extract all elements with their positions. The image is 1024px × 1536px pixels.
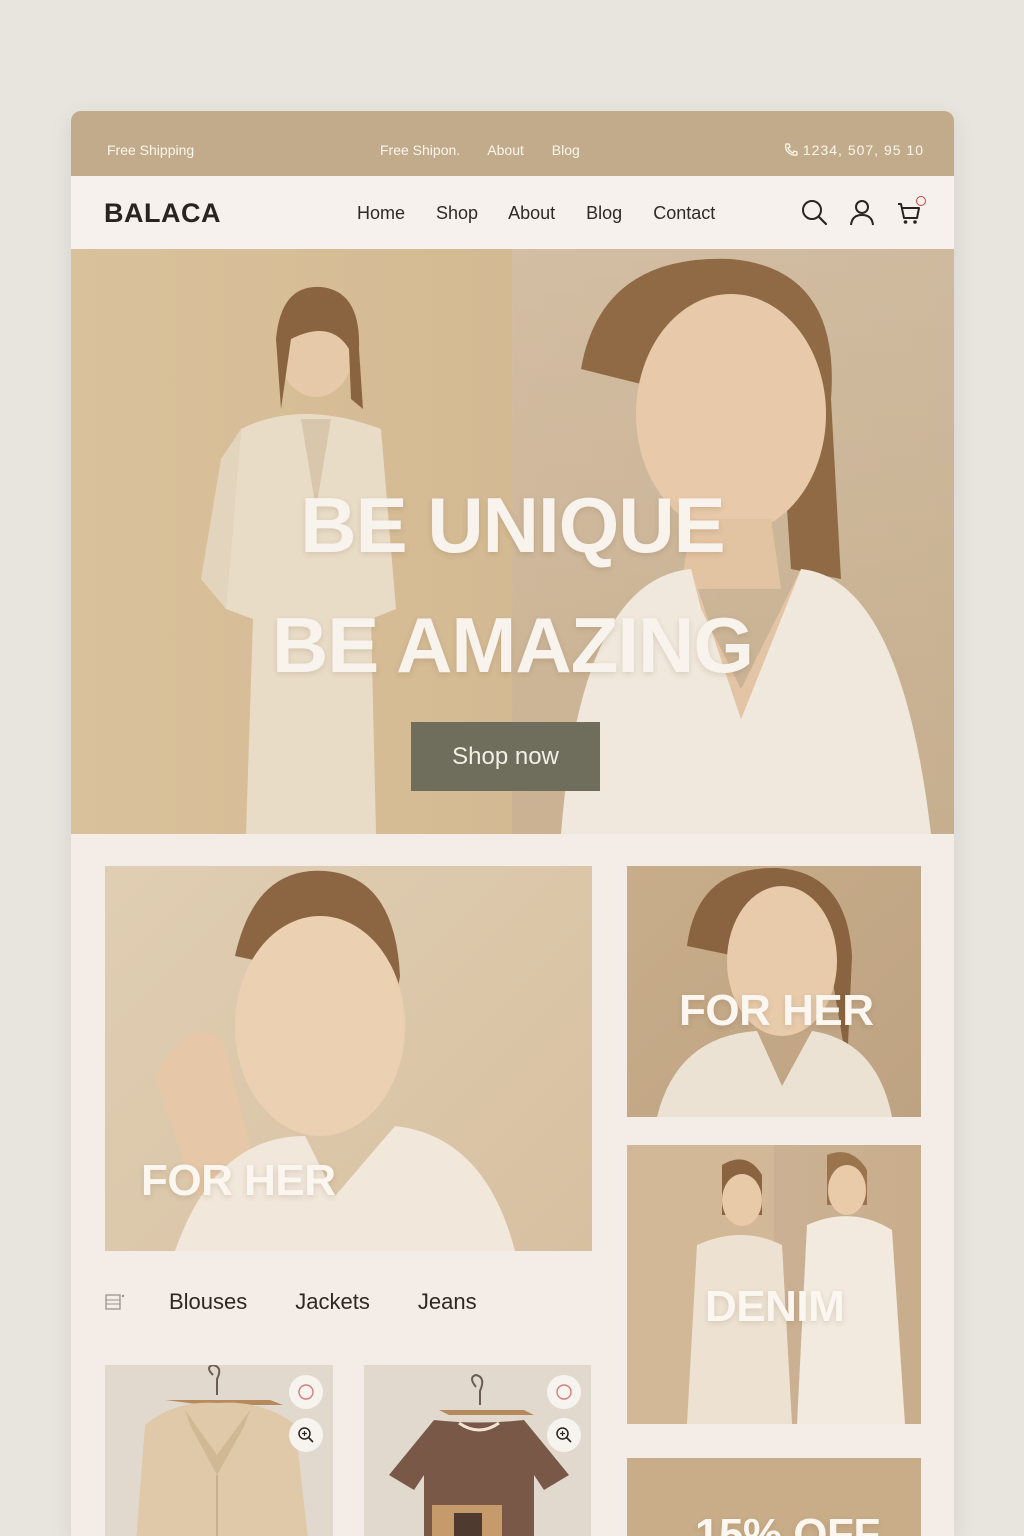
card-label-denim: DENIM: [705, 1282, 845, 1331]
topbar-link-blog[interactable]: Blog: [552, 142, 580, 158]
phone-number[interactable]: 1234, 507, 95 10: [783, 142, 924, 158]
nav-contact[interactable]: Contact: [653, 203, 715, 223]
nav-home[interactable]: Home: [357, 203, 405, 223]
category-card-for-her-large[interactable]: FOR HER: [105, 866, 592, 1251]
product-card[interactable]: [105, 1365, 333, 1536]
quick-view-button[interactable]: [547, 1418, 581, 1452]
favorite-button[interactable]: [547, 1375, 581, 1409]
category-card-denim[interactable]: DENIM: [627, 1145, 921, 1424]
shop-now-button[interactable]: Shop now: [411, 722, 600, 791]
cart-icon[interactable]: [896, 196, 926, 226]
product-card[interactable]: [364, 1365, 591, 1536]
promo-label: 15% OFF: [695, 1510, 880, 1536]
topbar-links: Free Shipon. About Blog: [380, 142, 604, 158]
zoom-icon: [298, 1427, 314, 1443]
hero-headline-line2: BE AMAZING: [271, 601, 754, 689]
heart-icon: [298, 1384, 314, 1400]
hero-banner: BE UNIQUE BE AMAZING Shop now: [71, 249, 954, 834]
user-icon[interactable]: [848, 198, 876, 226]
nav-blog[interactable]: Blog: [586, 203, 622, 223]
grid-view-icon[interactable]: [105, 1292, 125, 1312]
cart-badge: [916, 196, 926, 206]
nav-icons: [800, 196, 926, 226]
category-jackets[interactable]: Jackets: [295, 1289, 370, 1315]
card-label-for-her-large: FOR HER: [141, 1156, 336, 1205]
hero-headline-line1: BE UNIQUE: [300, 481, 725, 569]
category-filter-bar: Blouses Jackets Jeans: [105, 1289, 525, 1315]
page-frame: Free Shipping Free Shipon. About Blog 12…: [71, 111, 954, 1536]
topbar-link-free-shipon[interactable]: Free Shipon.: [380, 142, 460, 158]
free-shipping-text: Free Shipping: [107, 142, 195, 158]
quick-view-button[interactable]: [289, 1418, 323, 1452]
category-jeans[interactable]: Jeans: [418, 1289, 477, 1315]
card-label-for-her-small: FOR HER: [679, 986, 874, 1035]
category-card-for-her-small[interactable]: FOR HER: [627, 866, 921, 1117]
phone-number-text: 1234, 507, 95 10: [802, 142, 924, 158]
zoom-icon: [556, 1427, 572, 1443]
nav-links: Home Shop About Blog Contact: [357, 203, 741, 224]
phone-icon: [784, 143, 798, 156]
main-navbar: BALACA Home Shop About Blog Contact: [71, 176, 954, 249]
category-blouses[interactable]: Blouses: [169, 1289, 247, 1315]
top-announcement-bar: Free Shipping Free Shipon. About Blog 12…: [71, 111, 954, 176]
nav-about[interactable]: About: [508, 203, 555, 223]
nav-shop[interactable]: Shop: [436, 203, 478, 223]
search-icon[interactable]: [800, 198, 828, 226]
brand-logo[interactable]: BALACA: [104, 198, 221, 229]
topbar-link-about[interactable]: About: [487, 142, 524, 158]
heart-icon: [556, 1384, 572, 1400]
favorite-button[interactable]: [289, 1375, 323, 1409]
promo-card[interactable]: 15% OFF: [627, 1458, 921, 1536]
